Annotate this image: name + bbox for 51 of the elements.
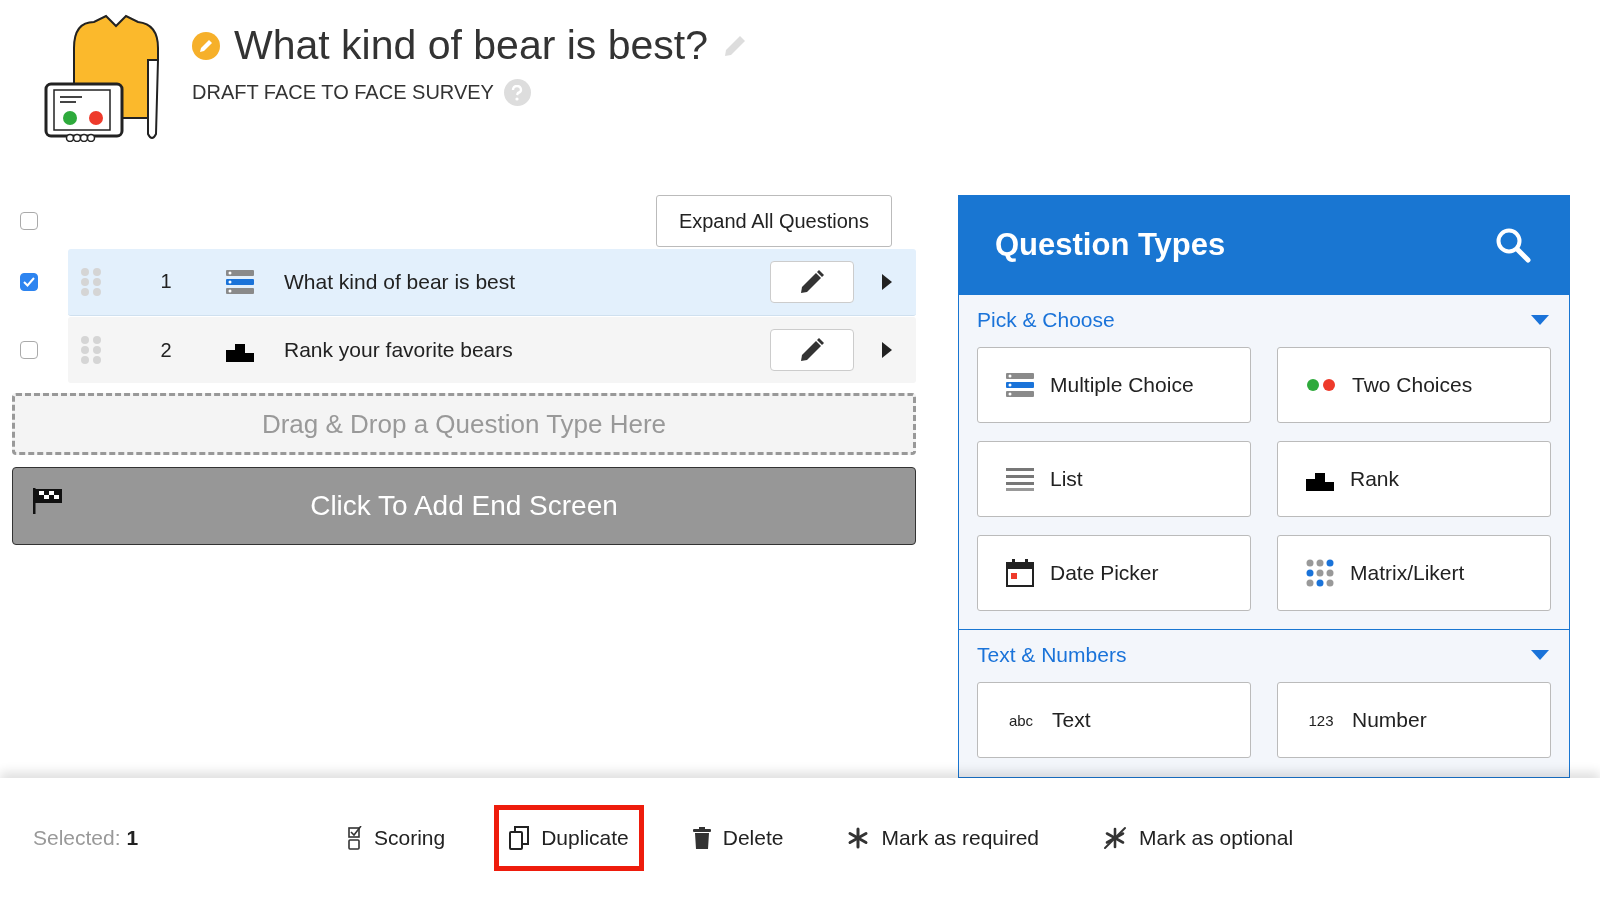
question-text: Rank your favorite bears: [284, 338, 514, 362]
section-title[interactable]: Pick & Choose: [977, 308, 1115, 332]
caret-icon[interactable]: [1531, 315, 1549, 325]
question-row[interactable]: 2 Rank your favorite bears: [68, 317, 916, 383]
question-type-button[interactable]: abc Text: [977, 682, 1251, 758]
question-row[interactable]: 1 What kind of bear is best: [68, 248, 916, 316]
multiple-choice-icon: [226, 269, 254, 294]
list-icon: [1006, 467, 1034, 491]
number-type-icon: 123: [1306, 711, 1336, 729]
pencil-icon: [799, 268, 825, 295]
calendar-icon: [1006, 559, 1034, 587]
question-type-button[interactable]: List: [977, 441, 1251, 517]
pencil-badge-icon: [192, 31, 220, 60]
asterisk-icon: [847, 826, 870, 849]
search-icon[interactable]: [1495, 227, 1531, 263]
expand-caret-icon[interactable]: [882, 273, 892, 290]
copy-icon: [509, 825, 530, 850]
question-number: 1: [159, 270, 173, 293]
select-all-checkbox[interactable]: [20, 212, 38, 230]
survey-title: What kind of bear is best?: [234, 22, 709, 69]
question-type-button[interactable]: 123 Number: [1277, 682, 1551, 758]
multiple-choice-icon: [1006, 373, 1034, 397]
duplicate-action-button[interactable]: Duplicate: [494, 804, 644, 871]
question-checkbox[interactable]: [20, 273, 38, 291]
text-type-icon: abc: [1006, 711, 1036, 729]
question-type-button[interactable]: Matrix/Likert: [1277, 535, 1551, 611]
question-type-button[interactable]: Multiple Choice: [977, 347, 1251, 423]
survey-type-label: DRAFT FACE TO FACE SURVEY: [192, 81, 494, 104]
section-title[interactable]: Text & Numbers: [977, 643, 1127, 667]
question-type-button[interactable]: Date Picker: [977, 535, 1251, 611]
crossed-asterisk-icon: [1103, 825, 1128, 850]
expand-all-button[interactable]: Expand All Questions: [655, 195, 892, 247]
two-dots-icon: [1306, 378, 1336, 392]
edit-button[interactable]: [770, 260, 854, 303]
question-checkbox[interactable]: [20, 341, 38, 359]
edit-button[interactable]: [770, 329, 854, 371]
question-type-button[interactable]: Rank: [1277, 441, 1551, 517]
drag-handle-icon[interactable]: [80, 336, 102, 364]
pencil-icon: [799, 337, 825, 363]
checkered-flag-icon: [33, 488, 63, 514]
checklist-icon: [348, 825, 362, 850]
question-text: What kind of bear is best: [284, 269, 517, 294]
trash-icon: [692, 826, 711, 849]
drag-handle-icon[interactable]: [80, 267, 102, 296]
dot-grid-icon: [1306, 559, 1334, 587]
panel-title: Question Types: [995, 227, 1226, 263]
caret-icon[interactable]: [1531, 650, 1549, 660]
question-type-button[interactable]: Two Choices: [1277, 347, 1551, 423]
selection-count: Selected: 1: [33, 825, 140, 850]
expand-caret-icon[interactable]: [882, 342, 892, 358]
question-number: 2: [159, 338, 173, 362]
